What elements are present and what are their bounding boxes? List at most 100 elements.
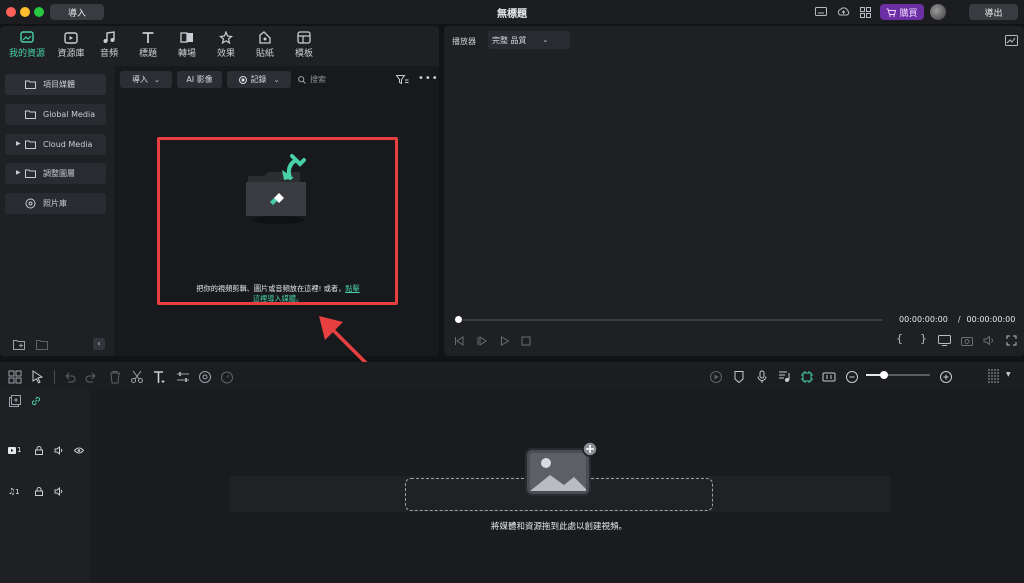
next-frame-icon[interactable] (477, 336, 487, 346)
close-window-button[interactable] (6, 7, 16, 17)
chevron-left-icon: ‹ (97, 339, 101, 348)
import-button-label: 導入 (67, 8, 86, 19)
nav-tab-audio[interactable]: 音頻 (91, 31, 127, 63)
audio-mix-icon[interactable] (777, 370, 791, 384)
nav-tab-label: 資源庫 (57, 49, 85, 59)
playhead-handle[interactable] (454, 315, 463, 324)
export-button-label: 導出 (984, 8, 1003, 19)
nav-tab-label: 貼紙 (255, 49, 274, 59)
adjust-sliders-icon[interactable] (176, 370, 190, 384)
timeline-toolbar: ▼ (0, 362, 1024, 390)
volume-icon[interactable] (983, 335, 995, 346)
filter-icon[interactable] (396, 75, 409, 85)
snapshot-camera-icon[interactable] (961, 335, 973, 346)
display-icon[interactable] (815, 7, 827, 17)
resource-nav: 我的資源 資源庫 音頻 標題 轉場 效果 貼紙 模板 (0, 26, 439, 66)
new-folder-icon[interactable] (13, 339, 25, 350)
expand-caret-icon[interactable]: ▶ (16, 169, 21, 176)
nav-tab-stickers[interactable]: 貼紙 (247, 31, 283, 63)
nav-tab-transitions[interactable]: 轉場 (169, 31, 205, 63)
play-icon[interactable] (500, 336, 510, 346)
speaker-icon[interactable] (54, 446, 64, 455)
media-sidebar: 項目媒體 Global Media ▶ Cloud Media ▶ 調整圖層 照… (0, 66, 113, 356)
sidebar-item-cloud-media[interactable]: ▶ Cloud Media (5, 134, 106, 155)
playback-progress-track[interactable] (458, 319, 882, 321)
link-chain-icon[interactable] (30, 395, 42, 407)
timeline-drop-hint: 將媒體和資源拖到此處以創建視頻。 (490, 522, 627, 532)
undo-icon[interactable] (63, 370, 77, 384)
track-height-icon[interactable] (986, 368, 1000, 384)
sidebar-item-photo-library[interactable]: 照片庫 (5, 193, 106, 214)
audio-track-number: 1 (15, 487, 20, 496)
video-track-icon (8, 446, 16, 454)
nav-tab-stock-media[interactable]: 資源庫 (53, 31, 89, 63)
mark-in-icon[interactable]: { (896, 332, 903, 345)
preview-panel: 播放器 完整 品質 ⌄ 00:00:00:00 / 00:00:00:00 { … (444, 26, 1024, 356)
chevron-down-icon[interactable]: ▼ (1006, 371, 1011, 378)
sidebar-item-global-media[interactable]: Global Media (5, 104, 106, 125)
shield-mark-icon[interactable] (732, 370, 746, 384)
music-note-icon (103, 31, 115, 43)
title-bar: 導入 無標題 購買 導出 (0, 0, 1024, 24)
ai-smart-icon[interactable] (800, 370, 814, 384)
record-dropdown[interactable]: 記錄 ⌄ (227, 71, 291, 88)
folder-outline-icon[interactable] (36, 339, 48, 350)
ai-image-button[interactable]: AI 影像 (177, 71, 222, 88)
mark-out-icon[interactable]: } (920, 332, 927, 345)
lock-icon[interactable] (35, 487, 43, 496)
nav-tab-my-media[interactable]: 我的資源 (8, 31, 46, 63)
collapse-sidebar-button[interactable]: ‹ (93, 338, 105, 350)
nav-tab-label: 音頻 (99, 49, 118, 59)
speed-timer-icon[interactable] (220, 370, 234, 384)
video-track-number: 1 (17, 446, 22, 454)
nav-tab-titles[interactable]: 標題 (130, 31, 166, 63)
import-button[interactable]: 導入 (50, 4, 104, 20)
subtitle-cc-icon[interactable] (822, 370, 836, 384)
eye-visibility-icon[interactable] (74, 447, 84, 454)
effects-star-icon (219, 31, 233, 44)
buy-button[interactable]: 購買 (880, 4, 924, 20)
layout-grid-icon[interactable] (8, 370, 22, 384)
zoom-window-button[interactable] (34, 7, 44, 17)
avatar[interactable] (930, 4, 946, 20)
scissors-cut-icon[interactable] (130, 370, 144, 384)
speaker-icon[interactable] (54, 487, 64, 496)
zoom-out-icon[interactable] (845, 370, 859, 384)
sidebar-item-label: 調整圖層 (43, 169, 75, 178)
previous-frame-icon[interactable] (454, 336, 464, 346)
microphone-icon[interactable] (755, 370, 769, 384)
grid-apps-icon[interactable] (860, 7, 871, 18)
sidebar-item-adjustment-layer[interactable]: ▶ 調整圖層 (5, 163, 106, 184)
zoom-in-icon[interactable] (939, 370, 953, 384)
export-button[interactable]: 導出 (969, 4, 1018, 20)
media-import-dropdown[interactable]: 導入 ⌄ (120, 71, 172, 88)
folder-icon (25, 140, 36, 149)
add-media-image-icon[interactable] (524, 441, 600, 499)
text-tool-icon[interactable] (153, 370, 167, 384)
fullscreen-icon[interactable] (1006, 335, 1017, 346)
zoom-slider-thumb[interactable] (879, 371, 888, 379)
cloud-upload-icon[interactable] (837, 6, 850, 18)
add-track-icon[interactable] (9, 395, 21, 407)
folder-icon (25, 80, 36, 89)
more-options-icon[interactable]: ••• (418, 73, 439, 84)
photos-flower-icon (25, 198, 36, 209)
stop-icon[interactable] (521, 336, 531, 346)
audio-track-note-icon: ♫ (8, 487, 16, 496)
search-input[interactable]: 搜索 (298, 71, 378, 88)
nav-tab-templates[interactable]: 模板 (286, 31, 322, 63)
display-output-icon[interactable] (938, 335, 951, 346)
image-compare-icon[interactable] (1005, 35, 1018, 46)
render-preview-icon[interactable] (709, 370, 723, 384)
quality-dropdown[interactable]: 完整 品質 ⌄ (488, 31, 570, 49)
minimize-window-button[interactable] (20, 7, 30, 17)
select-cursor-icon[interactable] (31, 370, 45, 384)
expand-caret-icon[interactable]: ▶ (16, 140, 21, 147)
color-match-icon[interactable] (198, 370, 212, 384)
lock-icon[interactable] (35, 446, 43, 455)
nav-tab-effects[interactable]: 效果 (208, 31, 244, 63)
sidebar-item-project-media[interactable]: 項目媒體 (5, 74, 106, 95)
quality-label: 完整 品質 (492, 35, 527, 45)
redo-icon[interactable] (84, 370, 98, 384)
delete-trash-icon[interactable] (108, 370, 122, 384)
